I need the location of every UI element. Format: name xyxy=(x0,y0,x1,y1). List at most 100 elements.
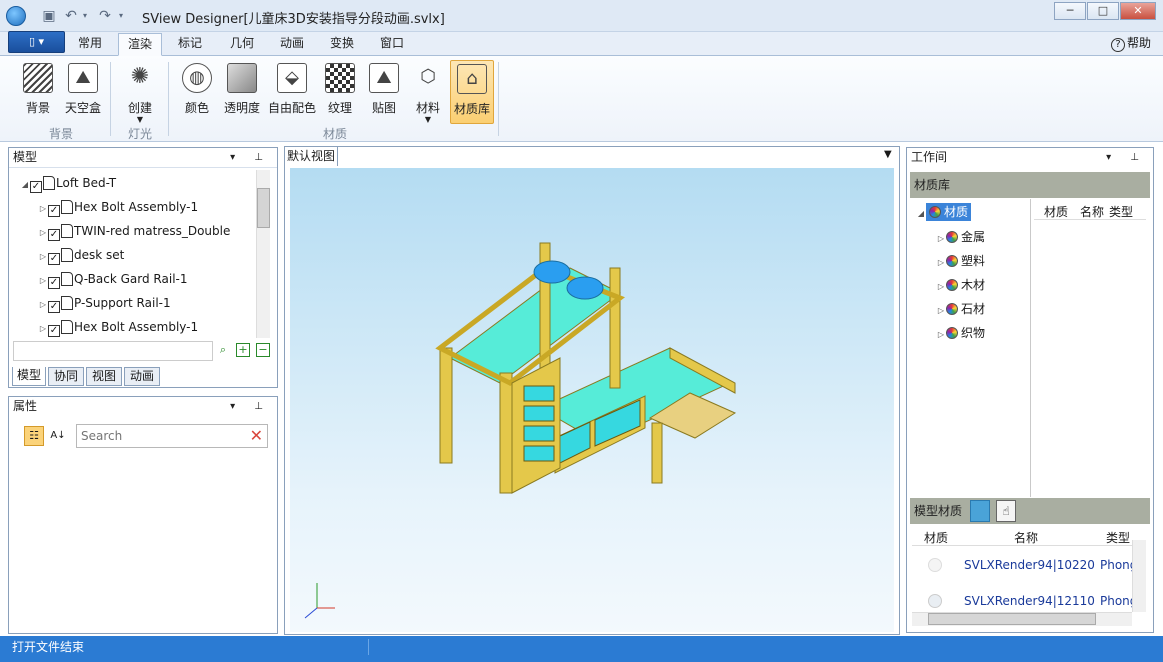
texture-button[interactable]: 纹理 xyxy=(320,60,360,124)
mm-col-material[interactable]: 材质 xyxy=(924,529,948,546)
list-view-icon[interactable] xyxy=(970,500,990,522)
decal-button[interactable]: ⛰ 贴图 xyxy=(364,60,404,124)
expand-icon[interactable]: ▷ xyxy=(38,270,48,292)
undo-icon[interactable]: ↶ xyxy=(62,7,80,25)
visibility-checkbox[interactable]: ✓ xyxy=(48,301,60,313)
create-light-button[interactable]: ✺ 创建 ▼ xyxy=(120,60,160,124)
tree-item[interactable]: ▷ ✓ TWIN-red matress_Double xyxy=(38,220,230,242)
tree-item[interactable]: ▷ ✓ P-Support Rail-1 xyxy=(38,292,171,314)
visibility-checkbox[interactable]: ✓ xyxy=(48,277,60,289)
skybox-button[interactable]: ⛰ 天空盒 xyxy=(62,60,104,124)
tree-scrollbar[interactable] xyxy=(256,170,270,338)
expand-all-icon[interactable]: + xyxy=(236,343,250,357)
minimize-button[interactable]: ─ xyxy=(1054,2,1086,20)
library-splitter[interactable] xyxy=(1030,199,1031,497)
expand-icon[interactable]: ▷ xyxy=(38,294,48,316)
sort-alpha-icon[interactable]: A↓ xyxy=(48,426,68,446)
pick-hand-icon[interactable]: ☝ xyxy=(996,500,1016,522)
tab-animation[interactable]: 动画 xyxy=(272,33,312,56)
mm-row-type: Phong xyxy=(1100,558,1132,572)
collapse-all-icon[interactable]: − xyxy=(256,343,270,357)
scroll-thumb[interactable] xyxy=(257,188,270,228)
tab-render[interactable]: 渲染 xyxy=(118,33,162,56)
collapse-icon[interactable]: ◢ xyxy=(20,174,30,196)
expand-icon[interactable]: ▷ xyxy=(38,198,48,220)
color-button[interactable]: ◍ 颜色 xyxy=(176,60,218,124)
material-category[interactable]: ▷ 石材 xyxy=(936,298,985,320)
clear-search-icon[interactable]: ✕ xyxy=(250,426,263,445)
expand-icon[interactable]: ▷ xyxy=(38,222,48,244)
mm-col-type[interactable]: 类型 xyxy=(1106,529,1130,546)
material-category[interactable]: ▷ 木材 xyxy=(936,274,985,296)
tab-transform[interactable]: 变换 xyxy=(322,33,362,56)
tree-item[interactable]: ▷ ✓ Hex Bolt Assembly-1 xyxy=(38,196,198,218)
tab-markup[interactable]: 标记 xyxy=(170,33,210,56)
app-logo-icon[interactable] xyxy=(6,6,26,26)
panel-options-icon[interactable]: ▾ ⊥ xyxy=(1106,148,1147,167)
tree-item[interactable]: ▷ ✓ Hex Bolt Assembly-1 xyxy=(38,316,198,338)
visibility-checkbox[interactable]: ✓ xyxy=(30,181,42,193)
search-icon[interactable]: ⌕ xyxy=(216,343,230,357)
visibility-checkbox[interactable]: ✓ xyxy=(48,325,60,337)
redo-icon[interactable]: ↷ xyxy=(96,7,114,25)
material-tree-root[interactable]: ◢ 材质 xyxy=(916,201,972,225)
mm-horizontal-scrollbar[interactable] xyxy=(912,612,1132,626)
material-button[interactable]: ⬡ 材料 ▼ xyxy=(408,60,448,124)
mm-col-name[interactable]: 名称 xyxy=(1014,529,1038,546)
tab-geometry[interactable]: 几何 xyxy=(222,33,262,56)
property-search-input[interactable] xyxy=(81,426,241,446)
scroll-thumb[interactable] xyxy=(928,613,1096,625)
collapse-icon[interactable]: ◢ xyxy=(916,203,926,225)
tab-model[interactable]: 模型 xyxy=(12,367,46,386)
expand-icon[interactable]: ▷ xyxy=(38,318,48,340)
visibility-checkbox[interactable]: ✓ xyxy=(48,229,60,241)
expand-icon[interactable]: ▷ xyxy=(936,228,946,250)
categorized-icon[interactable]: ☷ xyxy=(24,426,44,446)
close-button[interactable]: ✕ xyxy=(1120,2,1156,20)
mm-row-name[interactable]: SVLXRender94|10220 xyxy=(964,558,1095,572)
tree-item[interactable]: ◢ ✓ Loft Bed-T xyxy=(20,172,116,194)
expand-icon[interactable]: ▷ xyxy=(936,324,946,346)
3d-viewport[interactable] xyxy=(290,168,894,632)
tab-anim[interactable]: 动画 xyxy=(124,367,160,386)
property-search[interactable]: ✕ xyxy=(76,424,268,448)
col-material[interactable]: 材质 xyxy=(1044,203,1068,220)
expand-icon[interactable]: ▷ xyxy=(936,300,946,322)
expand-icon[interactable]: ▷ xyxy=(38,246,48,268)
free-color-button[interactable]: ⬙ 自由配色 xyxy=(266,60,318,124)
tab-common[interactable]: 常用 xyxy=(70,33,110,56)
customize-dropdown-icon[interactable]: ▾ xyxy=(116,7,126,25)
tab-default-view[interactable]: 默认视图 xyxy=(284,146,338,166)
loft-bed-model[interactable] xyxy=(290,168,894,632)
tree-item[interactable]: ▷ ✓ Q-Back Gard Rail-1 xyxy=(38,268,188,290)
panel-options-icon[interactable]: ▾ ⊥ xyxy=(230,397,271,416)
material-category[interactable]: ▷ 织物 xyxy=(936,322,985,344)
maximize-button[interactable]: □ xyxy=(1087,2,1119,20)
model-filter-input[interactable] xyxy=(13,341,213,361)
image-icon: ⛰ xyxy=(369,63,399,93)
visibility-checkbox[interactable]: ✓ xyxy=(48,253,60,265)
col-type[interactable]: 类型 xyxy=(1109,203,1133,220)
background-button[interactable]: 背景 xyxy=(18,60,58,124)
panel-options-icon[interactable]: ▾ ⊥ xyxy=(230,148,271,167)
transparency-button[interactable]: 透明度 xyxy=(220,60,264,124)
save-icon[interactable]: ▣ xyxy=(40,7,58,25)
material-category[interactable]: ▷ 金属 xyxy=(936,226,985,248)
tab-window[interactable]: 窗口 xyxy=(372,33,412,56)
expand-icon[interactable]: ▷ xyxy=(936,276,946,298)
col-name[interactable]: 名称 xyxy=(1080,203,1104,220)
expand-icon[interactable]: ▷ xyxy=(936,252,946,274)
file-menu-button[interactable]: ▯ ▾ xyxy=(8,31,65,53)
tab-view[interactable]: 视图 xyxy=(86,367,122,386)
material-category[interactable]: ▷ 塑料 xyxy=(936,250,985,272)
help-button[interactable]: ? 帮助 xyxy=(1110,34,1151,52)
mm-vertical-scrollbar[interactable] xyxy=(1132,540,1146,612)
mm-row-name[interactable]: SVLXRender94|12110 xyxy=(964,594,1095,608)
undo-dropdown-icon[interactable]: ▾ xyxy=(80,7,90,25)
material-library-button[interactable]: ⌂ 材质库 xyxy=(450,60,494,124)
viewport-options-icon[interactable]: ▼ xyxy=(884,149,892,160)
visibility-checkbox[interactable]: ✓ xyxy=(48,205,60,217)
tree-item[interactable]: ▷ ✓ desk set xyxy=(38,244,124,266)
tab-collab[interactable]: 协同 xyxy=(48,367,84,386)
bed-post xyxy=(499,372,513,494)
